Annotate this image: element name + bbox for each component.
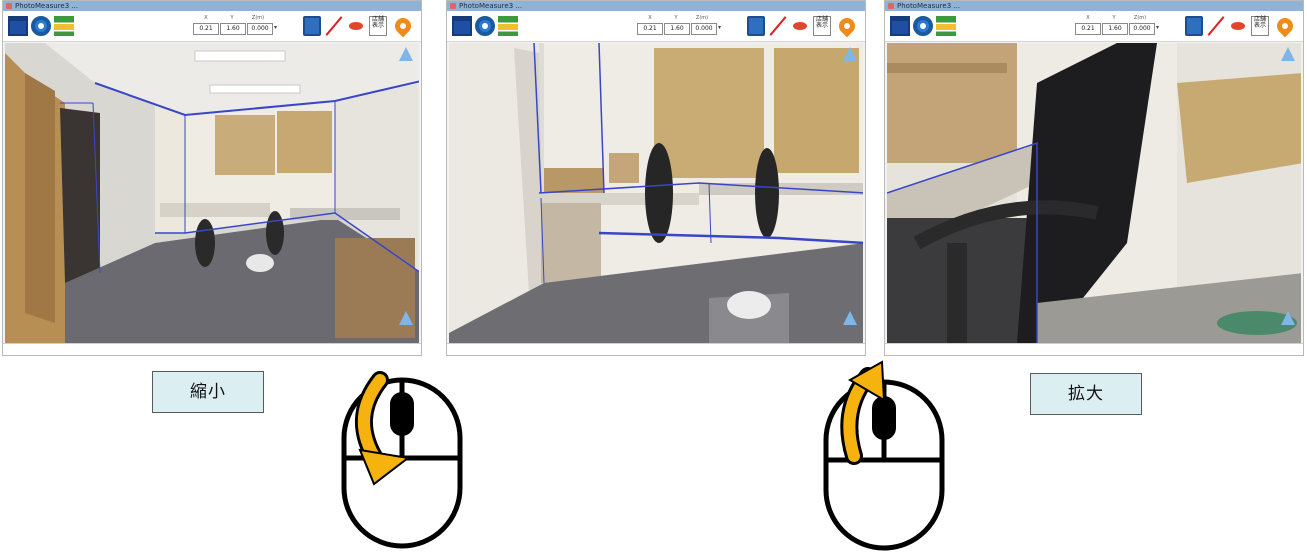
y-label: Y (1112, 15, 1116, 21)
x-label: X (648, 15, 652, 21)
battery-icon[interactable] (1185, 16, 1203, 36)
eye-icon[interactable] (347, 16, 365, 36)
toolbar: X Y Z(m) 0.21 1.60 0.000 ▾ 店舗 表示 (885, 11, 1303, 42)
status-bar (3, 343, 421, 355)
eye-icon[interactable] (1229, 16, 1247, 36)
monitor-icon[interactable] (890, 16, 910, 36)
z-label: Z(m) (251, 15, 265, 21)
nav-down-triangle-icon[interactable] (399, 311, 413, 325)
monitor-icon[interactable] (452, 16, 472, 36)
table-icon[interactable]: 店舗 表示 (813, 16, 831, 36)
z-value-field[interactable]: 0.000 (1129, 23, 1155, 35)
gear-icon[interactable] (475, 16, 495, 36)
table-icon[interactable]: 店舗 表示 (1251, 16, 1269, 36)
grid-icon[interactable] (54, 16, 74, 36)
table-icon[interactable]: 店舗 表示 (369, 16, 387, 36)
eye-icon[interactable] (791, 16, 809, 36)
gear-icon[interactable] (31, 16, 51, 36)
grid-icon[interactable] (498, 16, 518, 36)
chevron-down-icon[interactable]: ▾ (274, 23, 280, 33)
map-pin-icon[interactable] (835, 14, 859, 38)
gear-icon[interactable] (913, 16, 933, 36)
mouse-scroll-up-icon (823, 360, 945, 551)
zoom-in-caption: 拡大 (1030, 373, 1142, 415)
window-title: PhotoMeasure3 ... (897, 2, 961, 10)
room-photo-close (887, 43, 1301, 343)
map-pin-icon[interactable] (1273, 14, 1297, 38)
panorama-view[interactable] (5, 43, 419, 343)
status-bar (885, 343, 1303, 355)
nav-up-triangle-icon[interactable] (843, 47, 857, 61)
coordinate-readout: X Y Z(m) 0.21 1.60 0.000 ▾ (1075, 15, 1171, 39)
room-photo-wide (5, 43, 419, 343)
x-label: X (1086, 15, 1090, 21)
viewer-window-zoomed-in: PhotoMeasure3 ... X Y Z(m) 0.21 1.60 0.000 ▾ … (884, 0, 1304, 356)
toolbar: X Y Z(m) 0.21 1.60 0.000 ▾ 店舗 表示 (3, 11, 421, 42)
map-pin-icon[interactable] (391, 14, 415, 38)
x-value-field[interactable]: 0.21 (193, 23, 219, 35)
mouse-scroll-down-icon (341, 371, 463, 549)
z-value-field[interactable]: 0.000 (247, 23, 273, 35)
y-label: Y (674, 15, 678, 21)
nav-up-triangle-icon[interactable] (1281, 47, 1295, 61)
y-value-field[interactable]: 1.60 (664, 23, 690, 35)
panorama-view[interactable] (887, 43, 1301, 343)
monitor-icon[interactable] (8, 16, 28, 36)
nav-down-triangle-icon[interactable] (843, 311, 857, 325)
toolbar: X Y Z(m) 0.21 1.60 0.000 ▾ 店舗 表示 (447, 11, 865, 42)
y-value-field[interactable]: 1.60 (220, 23, 246, 35)
status-bar (447, 343, 865, 355)
z-label: Z(m) (1133, 15, 1147, 21)
nav-up-triangle-icon[interactable] (399, 47, 413, 61)
window-title: PhotoMeasure3 ... (15, 2, 79, 10)
window-titlebar: PhotoMeasure3 ... (885, 1, 1303, 11)
z-label: Z(m) (695, 15, 709, 21)
room-photo-normal (449, 43, 863, 343)
measure-line-icon[interactable] (769, 16, 787, 36)
app-icon (888, 3, 894, 9)
x-label: X (204, 15, 208, 21)
chevron-down-icon[interactable]: ▾ (718, 23, 724, 33)
grid-icon[interactable] (936, 16, 956, 36)
coordinate-readout: X Y Z(m) 0.21 1.60 0.000 ▾ (193, 15, 289, 39)
x-value-field[interactable]: 0.21 (1075, 23, 1101, 35)
y-value-field[interactable]: 1.60 (1102, 23, 1128, 35)
window-titlebar: PhotoMeasure3 ... (3, 1, 421, 11)
viewer-window-default: PhotoMeasure3 ... X Y Z(m) 0.21 1.60 0.000 ▾ … (446, 0, 866, 356)
app-icon (450, 3, 456, 9)
window-title: PhotoMeasure3 ... (459, 2, 523, 10)
z-value-field[interactable]: 0.000 (691, 23, 717, 35)
chevron-down-icon[interactable]: ▾ (1156, 23, 1162, 33)
zoom-out-caption: 縮小 (152, 371, 264, 413)
nav-down-triangle-icon[interactable] (1281, 311, 1295, 325)
measure-line-icon[interactable] (325, 16, 343, 36)
coordinate-readout: X Y Z(m) 0.21 1.60 0.000 ▾ (637, 15, 733, 39)
y-label: Y (230, 15, 234, 21)
measure-line-icon[interactable] (1207, 16, 1225, 36)
viewer-window-zoomed-out: PhotoMeasure3 ... X Y Z(m) 0.21 1.60 0.000 ▾ … (2, 0, 422, 356)
app-icon (6, 3, 12, 9)
battery-icon[interactable] (303, 16, 321, 36)
battery-icon[interactable] (747, 16, 765, 36)
x-value-field[interactable]: 0.21 (637, 23, 663, 35)
window-titlebar: PhotoMeasure3 ... (447, 1, 865, 11)
panorama-view[interactable] (449, 43, 863, 343)
